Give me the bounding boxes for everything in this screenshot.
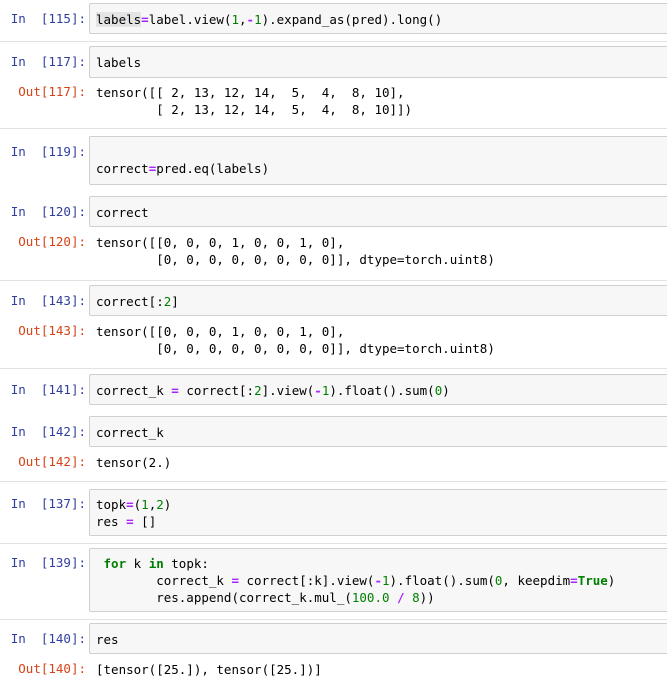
cell-input[interactable] [89, 623, 667, 654]
in-prompt: In [140]: [10, 631, 86, 646]
cell-code[interactable]: topk=(1,2) res = [] [96, 496, 171, 530]
cell-input[interactable] [89, 196, 667, 227]
in-prompt: In [143]: [10, 293, 86, 308]
cell-output: tensor([[0, 0, 0, 1, 0, 0, 1, 0], [0, 0,… [96, 324, 495, 356]
cell-code[interactable]: for k in topk: correct_k = correct[:k].v… [96, 555, 616, 606]
cell-output: tensor([[0, 0, 0, 1, 0, 0, 1, 0], [0, 0,… [96, 235, 495, 267]
cell-code[interactable]: labels [96, 54, 141, 71]
in-prompt: In [142]: [10, 424, 86, 439]
notebook: In [115]: labels=label.view(1,-1).expand… [0, 0, 667, 697]
cell-separator [0, 543, 667, 544]
in-prompt: In [117]: [10, 54, 86, 69]
cell-separator [0, 128, 667, 129]
in-prompt: In [120]: [10, 204, 86, 219]
in-prompt: In [119]: [10, 144, 86, 159]
out-prompt: Out[140]: [18, 661, 86, 676]
cell-code[interactable]: correct_k = correct[:2].view(-1).float()… [96, 382, 450, 399]
cell-separator [0, 481, 667, 482]
in-prompt: In [115]: [10, 11, 86, 26]
cell-separator [0, 41, 667, 42]
cell-output: tensor([[ 2, 13, 12, 14, 5, 4, 8, 10], [… [96, 85, 413, 117]
cell-input[interactable] [89, 46, 667, 78]
cell-output: tensor(2.) [96, 455, 172, 470]
cell-code[interactable]: correct_k [96, 424, 164, 441]
cell-input[interactable] [89, 489, 667, 536]
cell-code[interactable]: labels=label.view(1,-1).expand_as(pred).… [96, 11, 442, 28]
cell-code[interactable]: correct=pred.eq(labels) [96, 160, 269, 177]
out-prompt: Out[143]: [18, 323, 86, 338]
out-prompt: Out[120]: [18, 234, 86, 249]
cell-separator [0, 368, 667, 369]
cell-separator [0, 619, 667, 620]
cell-code[interactable]: correct[:2] [96, 293, 179, 310]
cell-code[interactable]: res [96, 631, 119, 648]
in-prompt: In [141]: [10, 382, 86, 397]
in-prompt: In [139]: [10, 555, 86, 570]
out-prompt: Out[117]: [18, 84, 86, 99]
out-prompt: Out[142]: [18, 454, 86, 469]
in-prompt: In [137]: [10, 496, 86, 511]
cell-code[interactable]: correct [96, 204, 149, 221]
cell-separator [0, 280, 667, 281]
cell-output: [tensor([25.]), tensor([25.])] [96, 662, 322, 677]
cell-input[interactable] [89, 416, 667, 447]
